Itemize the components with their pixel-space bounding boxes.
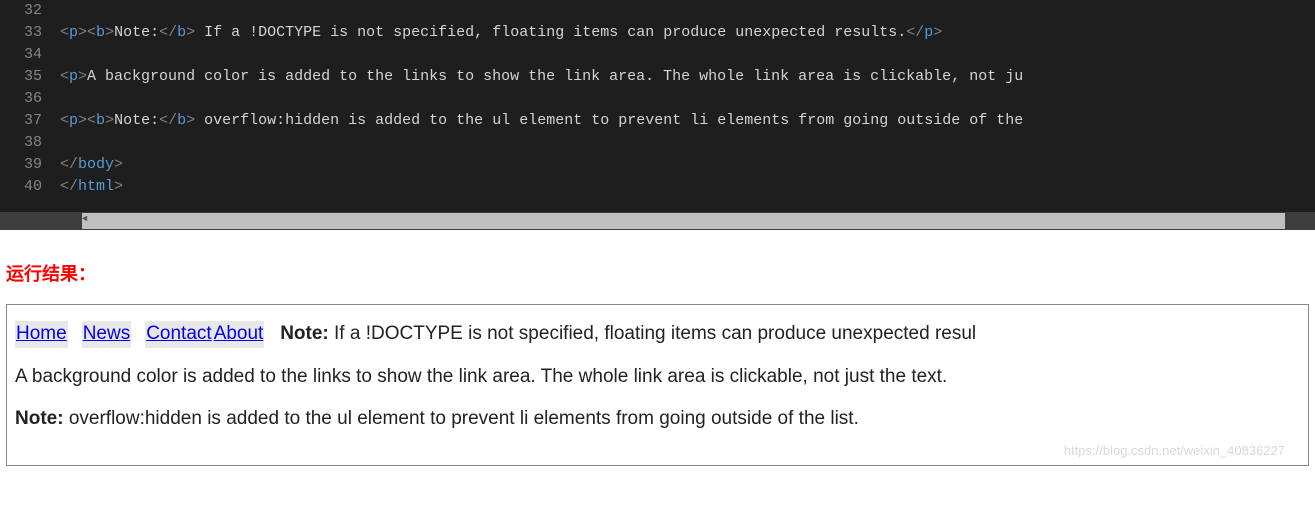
code-content[interactable]: </body>	[60, 154, 1315, 176]
result-line-2: A background color is added to the links…	[15, 364, 1300, 391]
scrollbar-track[interactable]	[82, 213, 1285, 229]
code-line[interactable]: 35<p>A background color is added to the …	[0, 66, 1315, 88]
section-title: 运行结果：	[6, 260, 1315, 286]
code-line[interactable]: 34	[0, 44, 1315, 66]
code-content[interactable]: </html>	[60, 176, 1315, 198]
line-number: 36	[0, 88, 60, 110]
watermark: https://blog.csdn.net/weixin_40836227	[1064, 443, 1285, 458]
code-content[interactable]	[60, 88, 1315, 110]
code-editor[interactable]: 3233<p><b>Note:</b> If a !DOCTYPE is not…	[0, 0, 1315, 212]
editor-scrollbar[interactable]	[0, 212, 1315, 230]
nav-links: HomeNewsContactAbout	[15, 323, 270, 344]
nav-contact[interactable]: Contact	[145, 321, 212, 348]
code-line[interactable]: 36	[0, 88, 1315, 110]
result-line-1: HomeNewsContactAbout Note: If a !DOCTYPE…	[15, 321, 1300, 348]
code-line[interactable]: 32	[0, 0, 1315, 22]
code-content[interactable]	[60, 44, 1315, 66]
line-number: 33	[0, 22, 60, 44]
note-label-1: Note:	[280, 323, 329, 344]
nav-about[interactable]: About	[213, 321, 265, 348]
note-label-2: Note:	[15, 408, 64, 429]
code-line[interactable]: 37<p><b>Note:</b> overflow:hidden is add…	[0, 110, 1315, 132]
line-number: 40	[0, 176, 60, 198]
line-number: 32	[0, 0, 60, 22]
code-content[interactable]: <p>A background color is added to the li…	[60, 66, 1315, 88]
line-number: 39	[0, 154, 60, 176]
code-line[interactable]: 38	[0, 132, 1315, 154]
code-line[interactable]: 33<p><b>Note:</b> If a !DOCTYPE is not s…	[0, 22, 1315, 44]
line-number: 35	[0, 66, 60, 88]
note-text-2: overflow:hidden is added to the ul eleme…	[64, 408, 859, 429]
result-preview: HomeNewsContactAbout Note: If a !DOCTYPE…	[6, 304, 1309, 466]
code-content[interactable]	[60, 0, 1315, 22]
code-content[interactable]: <p><b>Note:</b> overflow:hidden is added…	[60, 110, 1315, 132]
line-number: 38	[0, 132, 60, 154]
code-content[interactable]	[60, 132, 1315, 154]
result-line-3: Note: overflow:hidden is added to the ul…	[15, 406, 1300, 433]
line-number: 34	[0, 44, 60, 66]
line-number: 37	[0, 110, 60, 132]
nav-home[interactable]: Home	[15, 321, 68, 348]
code-content[interactable]: <p><b>Note:</b> If a !DOCTYPE is not spe…	[60, 22, 1315, 44]
nav-news[interactable]: News	[82, 321, 132, 348]
code-line[interactable]: 40</html>	[0, 176, 1315, 198]
code-line[interactable]: 39</body>	[0, 154, 1315, 176]
note-text-1: If a !DOCTYPE is not specified, floating…	[329, 323, 976, 344]
